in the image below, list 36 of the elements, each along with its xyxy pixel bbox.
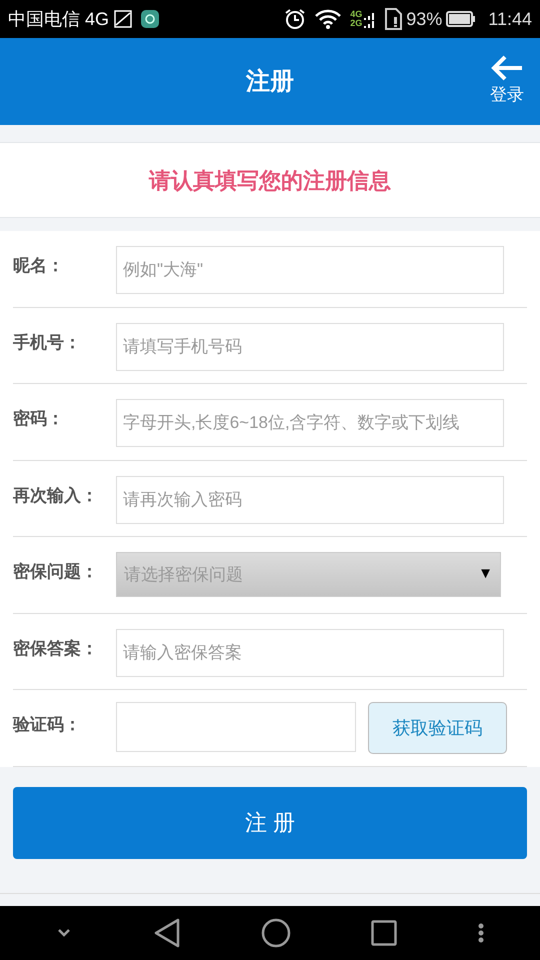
field-label: 密保答案： — [13, 638, 99, 660]
battery-icon — [446, 10, 476, 28]
input-field[interactable]: 请再次输入密码 — [116, 476, 504, 524]
field-label: 再次输入： — [13, 484, 99, 506]
field-label: 密码： — [13, 408, 65, 430]
input-field[interactable] — [116, 702, 356, 752]
network-type-label: 4G — [350, 10, 362, 19]
battery-percentage: 93% — [406, 8, 442, 30]
field-label: 昵名： — [13, 255, 65, 277]
register-button[interactable]: 注 册 — [13, 786, 527, 858]
more-options-icon[interactable] — [478, 923, 484, 943]
page-title: 注册 — [246, 66, 294, 96]
field-label: 手机号： — [13, 332, 82, 354]
carrier-name: 中国电信 4G — [8, 8, 110, 30]
wifi-icon — [314, 9, 342, 29]
network-type-label: 2G — [350, 19, 362, 28]
alarm-icon — [284, 8, 306, 30]
clock-time: 11:44 — [488, 8, 532, 30]
login-button[interactable]: 登录 — [490, 54, 524, 108]
input-field[interactable]: 请输入密保答案 — [116, 628, 504, 676]
back-icon[interactable] — [152, 918, 181, 948]
dropdown-field[interactable]: 请选择密保问题 ▼ — [116, 552, 501, 597]
recent-apps-icon[interactable] — [371, 920, 398, 946]
app-notification-icon — [141, 10, 160, 28]
sim-card-icon — [384, 8, 402, 30]
get-code-button[interactable]: 获取验证码 — [368, 702, 507, 754]
field-label: 验证码： — [13, 714, 82, 736]
back-arrow-icon — [490, 54, 524, 82]
input-field[interactable]: 请填写手机号码 — [116, 322, 504, 370]
home-icon[interactable] — [260, 918, 291, 948]
gallery-icon — [113, 9, 134, 29]
input-field[interactable]: 字母开头,长度6~18位,含字符、数字或下划线 — [116, 399, 504, 447]
field-label: 密保问题： — [13, 561, 99, 583]
notice-text: 请认真填写您的注册信息 — [149, 166, 391, 194]
input-field[interactable]: 例如"大海" — [116, 246, 504, 294]
chevron-down-icon[interactable] — [56, 928, 72, 938]
